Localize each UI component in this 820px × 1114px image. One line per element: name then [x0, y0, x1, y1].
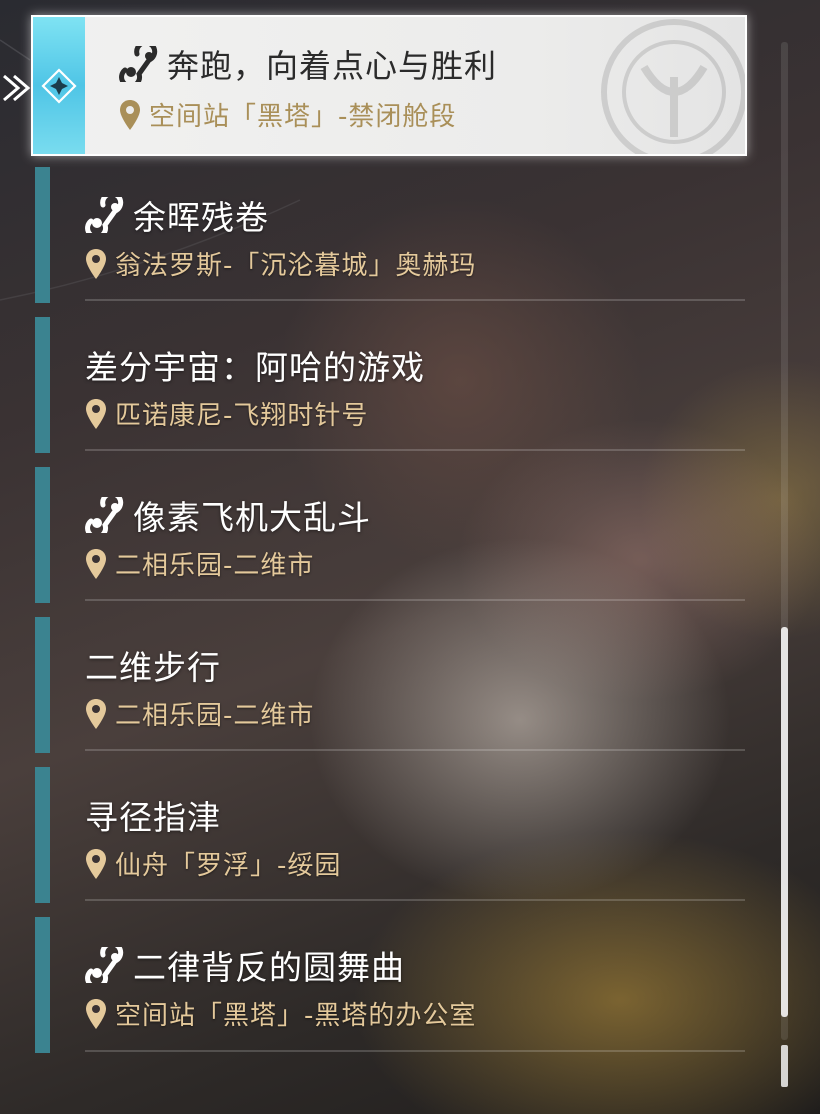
location-pin-icon	[86, 398, 106, 429]
location-pin-icon	[120, 99, 140, 130]
chevron-right-icon	[3, 74, 31, 102]
item-location: 翁法罗斯-「沉沦暮城」奥赫玛	[115, 251, 477, 281]
location-pin-icon	[86, 548, 106, 579]
item-accent-bar	[35, 917, 50, 1053]
item-accent-bar	[35, 1040, 50, 1053]
quest-link-icon	[85, 947, 124, 983]
scrollbar-thumb[interactable]	[781, 627, 788, 1017]
item-title: 像素飞机大乱斗	[133, 498, 371, 537]
list-item[interactable]: 二维步行 二相乐园-二维市	[35, 617, 745, 753]
divider	[85, 449, 745, 451]
item-location: 匹诺康尼-飞翔时针号	[115, 401, 369, 431]
list-item[interactable]: 像素飞机大乱斗 二相乐园-二维市	[35, 467, 745, 603]
list-item[interactable]: 寻径指津 仙舟「罗浮」-绥园	[35, 767, 745, 903]
diamond-star-icon	[41, 67, 77, 104]
location-pin-icon	[86, 998, 106, 1029]
item-location: 二相乐园-二维市	[115, 701, 315, 731]
item-accent-bar	[35, 167, 50, 303]
item-title: 余晖残卷	[133, 198, 269, 237]
list-item[interactable]: 余晖残卷 翁法罗斯-「沉沦暮城」奥赫玛	[35, 167, 745, 303]
list-item[interactable]: 二律背反的圆舞曲 空间站「黑塔」-黑塔的办公室	[35, 917, 745, 1053]
divider	[85, 599, 745, 601]
divider	[85, 749, 745, 751]
emblem-watermark-icon	[601, 19, 745, 154]
scrollbar-end-cap	[781, 1045, 788, 1087]
item-title: 差分宇宙：阿哈的游戏	[85, 348, 425, 387]
selected-quest-title: 奔跑，向着点心与胜利	[167, 47, 498, 85]
location-pin-icon	[86, 248, 106, 279]
selected-accent-bar	[33, 17, 85, 154]
divider	[85, 299, 745, 301]
item-accent-bar	[35, 617, 50, 753]
location-pin-icon	[86, 698, 106, 729]
item-title: 寻径指津	[85, 798, 221, 837]
item-location: 仙舟「罗浮」-绥园	[115, 851, 342, 881]
quest-link-icon	[85, 197, 124, 233]
item-title: 二维步行	[85, 648, 221, 687]
quest-link-icon	[85, 497, 124, 533]
location-pin-icon	[86, 848, 106, 879]
divider	[85, 899, 745, 901]
item-accent-bar	[35, 467, 50, 603]
item-title: 二律背反的圆舞曲	[133, 948, 405, 987]
divider	[85, 1050, 745, 1052]
quest-link-icon	[119, 46, 158, 82]
item-location: 二相乐园-二维市	[115, 551, 315, 581]
selected-quest-location: 空间站「黑塔」-禁闭舱段	[149, 102, 457, 132]
selected-quest-entry[interactable]: 奔跑，向着点心与胜利 空间站「黑塔」-禁闭舱段	[31, 15, 747, 156]
list-item[interactable]: 差分宇宙：阿哈的游戏 匹诺康尼-飞翔时针号	[35, 317, 745, 453]
item-accent-bar	[35, 317, 50, 453]
item-location: 空间站「黑塔」-黑塔的办公室	[115, 1001, 477, 1031]
item-accent-bar	[35, 767, 50, 903]
